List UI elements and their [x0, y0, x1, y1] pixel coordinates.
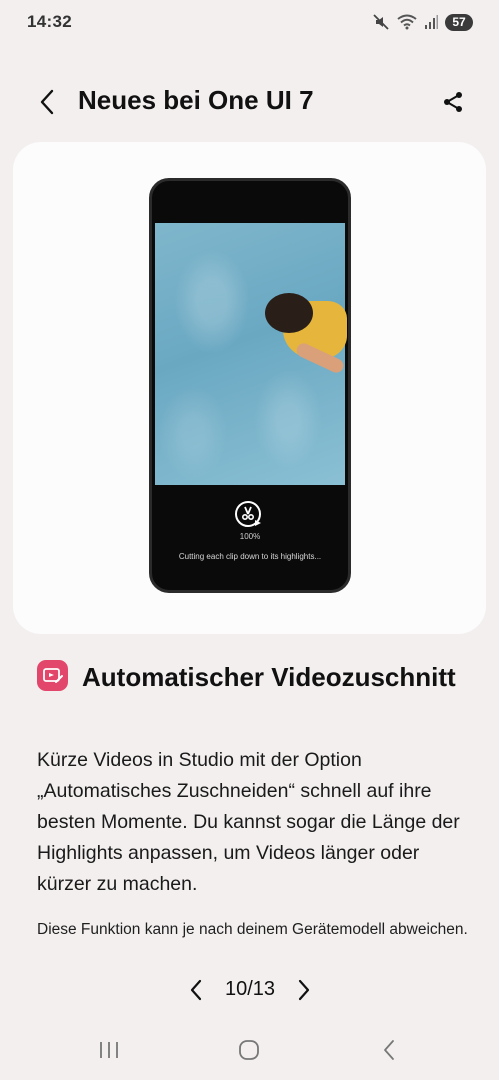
nav-back-button[interactable]: [372, 1036, 406, 1064]
swimmer-head: [265, 293, 313, 333]
phone-mockup: 100% Cutting each clip down to its highl…: [149, 178, 351, 593]
home-icon: [239, 1040, 259, 1060]
recent-apps-button[interactable]: [92, 1036, 126, 1064]
wifi-icon: [397, 14, 417, 30]
app-header: Neues bei One UI 7: [0, 78, 499, 126]
pool-video-preview: [155, 223, 347, 485]
mute-icon: [372, 13, 390, 31]
chevron-left-icon: [40, 89, 54, 115]
feature-title: Automatischer Videozuschnitt: [82, 662, 456, 692]
previous-page-button[interactable]: [183, 975, 209, 1005]
status-icons: 57: [372, 13, 473, 31]
status-time: 14:32: [27, 12, 72, 31]
battery-icon: 57: [445, 13, 473, 31]
feature-note: Diese Funktion kann je nach deinem Gerät…: [37, 921, 468, 938]
chevron-left-icon: [190, 979, 202, 1001]
page-title: Neues bei One UI 7: [78, 85, 314, 115]
recent-apps-icon: [100, 1042, 118, 1058]
feature-illustration-card: 100% Cutting each clip down to its highl…: [13, 142, 486, 634]
video-trim-icon: [235, 501, 261, 527]
status-bar: 14:32 57: [0, 0, 499, 44]
signal-icon: [424, 15, 438, 29]
pager: 10/13: [0, 972, 499, 1008]
page-counter: 10/13: [224, 978, 276, 1000]
back-button[interactable]: [30, 84, 64, 120]
system-nav-bar: [0, 1030, 499, 1070]
chevron-right-icon: [298, 979, 310, 1001]
next-page-button[interactable]: [291, 975, 317, 1005]
trim-caption: Cutting each clip down to its highlights…: [178, 552, 322, 561]
feature-description: Kürze Videos in Studio mit der Option „A…: [37, 749, 460, 895]
trim-progress: 100%: [239, 532, 261, 541]
share-button[interactable]: [436, 84, 470, 120]
home-button[interactable]: [232, 1036, 266, 1064]
share-icon: [444, 92, 462, 112]
back-icon: [384, 1040, 394, 1060]
